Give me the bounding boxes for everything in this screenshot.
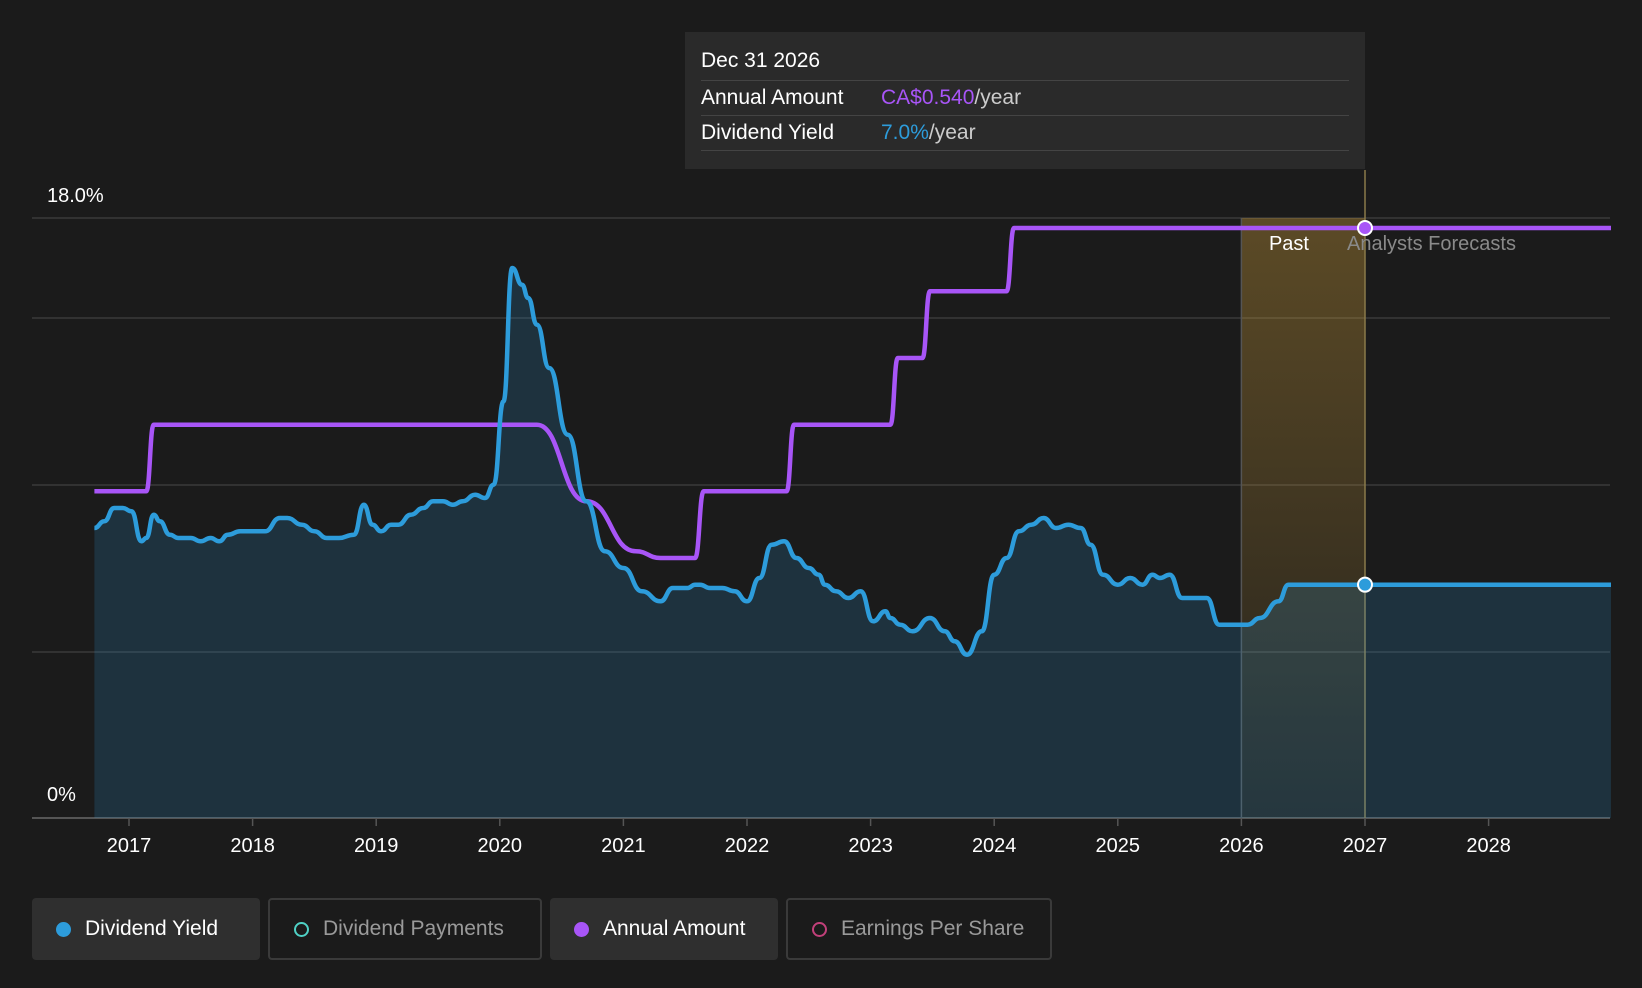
legend-item[interactable]: Dividend Yield bbox=[32, 898, 260, 960]
x-tick-label: 2017 bbox=[107, 835, 152, 857]
tooltip-unit: /year bbox=[928, 121, 976, 144]
tooltip-value: CA$0.540 bbox=[881, 86, 975, 109]
x-tick-label: 2022 bbox=[725, 835, 770, 857]
legend-dot-icon bbox=[294, 921, 309, 937]
y-bottom-label: 0% bbox=[47, 784, 76, 806]
x-tick-label: 2026 bbox=[1219, 835, 1264, 857]
y-top-label: 18.0% bbox=[47, 185, 104, 207]
x-tick-label: 2023 bbox=[848, 835, 893, 857]
x-tick-label: 2021 bbox=[601, 835, 646, 857]
legend-item[interactable]: Annual Amount bbox=[550, 898, 778, 960]
legend-dot-icon bbox=[812, 921, 827, 937]
forecast-label: Analysts Forecasts bbox=[1347, 233, 1516, 255]
legend-label: Earnings Per Share bbox=[841, 917, 1025, 940]
x-tick-label: 2019 bbox=[354, 835, 399, 857]
past-label: Past bbox=[1269, 233, 1309, 255]
tooltip-row-yield: Dividend Yield 7.0%/year bbox=[701, 116, 1349, 151]
legend-label: Annual Amount bbox=[603, 917, 746, 940]
x-tick-label: 2028 bbox=[1466, 835, 1511, 857]
legend-label: Dividend Yield bbox=[85, 917, 219, 940]
x-tick-label: 2025 bbox=[1096, 835, 1141, 857]
annual-amount-line bbox=[94, 225, 1611, 561]
x-tick-label: 2018 bbox=[230, 835, 275, 857]
x-tick-label: 2020 bbox=[478, 835, 523, 857]
tooltip-value: 7.0% bbox=[881, 121, 929, 144]
dividend-yield-area bbox=[94, 268, 1612, 818]
legend-dot-icon bbox=[56, 921, 71, 937]
yield-area bbox=[94, 268, 1612, 818]
legend-item[interactable]: Dividend Payments bbox=[268, 898, 542, 960]
tooltip: Dec 31 2026 Annual Amount CA$0.540/year … bbox=[685, 32, 1365, 169]
legend-label: Dividend Payments bbox=[323, 917, 504, 940]
legend-dot-icon bbox=[574, 921, 589, 937]
tooltip-label: Dividend Yield bbox=[701, 121, 835, 144]
dividend-yield-marker bbox=[1357, 576, 1373, 593]
tooltip-date: Dec 31 2026 bbox=[701, 46, 1349, 81]
x-tick-label: 2027 bbox=[1343, 835, 1388, 857]
tooltip-row-annual: Annual Amount CA$0.540/year bbox=[701, 81, 1349, 116]
legend-item[interactable]: Earnings Per Share bbox=[786, 898, 1052, 960]
tooltip-unit: /year bbox=[974, 86, 1022, 109]
tooltip-label: Annual Amount bbox=[701, 86, 844, 109]
x-axis: 2017 2018 2019 2020 2021 2022 2023 2024 2025 2026… bbox=[107, 818, 1511, 857]
x-tick-label: 2024 bbox=[972, 835, 1017, 857]
